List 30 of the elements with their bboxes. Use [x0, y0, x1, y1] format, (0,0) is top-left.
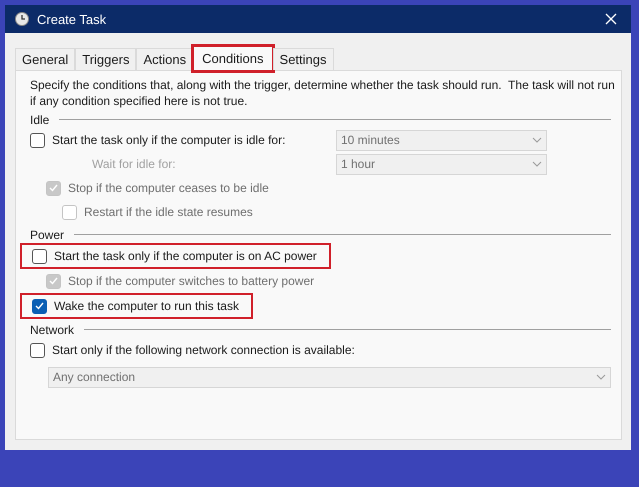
checkbox-label: Start the task only if the computer is on AC power: [54, 249, 317, 263]
checkbox-label: Stop if the computer ceases to be idle: [68, 181, 269, 195]
caret-icon: [532, 137, 542, 143]
checkbox[interactable]: [32, 298, 47, 314]
checkmark-icon: [49, 184, 58, 192]
tab[interactable]: Triggers: [75, 48, 136, 70]
caret-icon: [596, 374, 606, 380]
field-label: Wait for idle for:: [92, 157, 176, 171]
section-heading: Idle: [30, 112, 50, 126]
tab[interactable]: Settings: [272, 48, 334, 70]
tab[interactable]: Conditions: [193, 46, 273, 71]
description-text: Specify the conditions that, along with the trigger, determine whether the task should run. The task will not run if any condition specified here is not true.: [30, 77, 616, 109]
checkbox[interactable]: [30, 342, 45, 358]
tab[interactable]: General: [15, 48, 76, 70]
tab[interactable]: Actions: [136, 48, 194, 70]
close-icon: [605, 13, 617, 25]
caret-icon: [532, 161, 542, 167]
window-title: Create Task: [37, 12, 108, 26]
checkmark-icon: [35, 302, 44, 310]
checkbox-label: Start only if the following network connection is available:: [52, 343, 355, 357]
clock-icon: [15, 12, 29, 26]
section-heading: Power: [30, 228, 64, 242]
checkbox[interactable]: [32, 248, 47, 264]
checkbox-label: Start the task only if the computer is idle for:: [52, 133, 286, 147]
checkbox-label: Wake the computer to run this task: [54, 299, 239, 313]
checkbox-label: Stop if the computer switches to battery power: [68, 274, 314, 288]
checkbox-label: Restart if the idle state resumes: [84, 205, 253, 219]
checkmark-icon: [49, 277, 58, 285]
section-heading: Network: [30, 322, 74, 336]
checkbox[interactable]: [30, 132, 45, 148]
